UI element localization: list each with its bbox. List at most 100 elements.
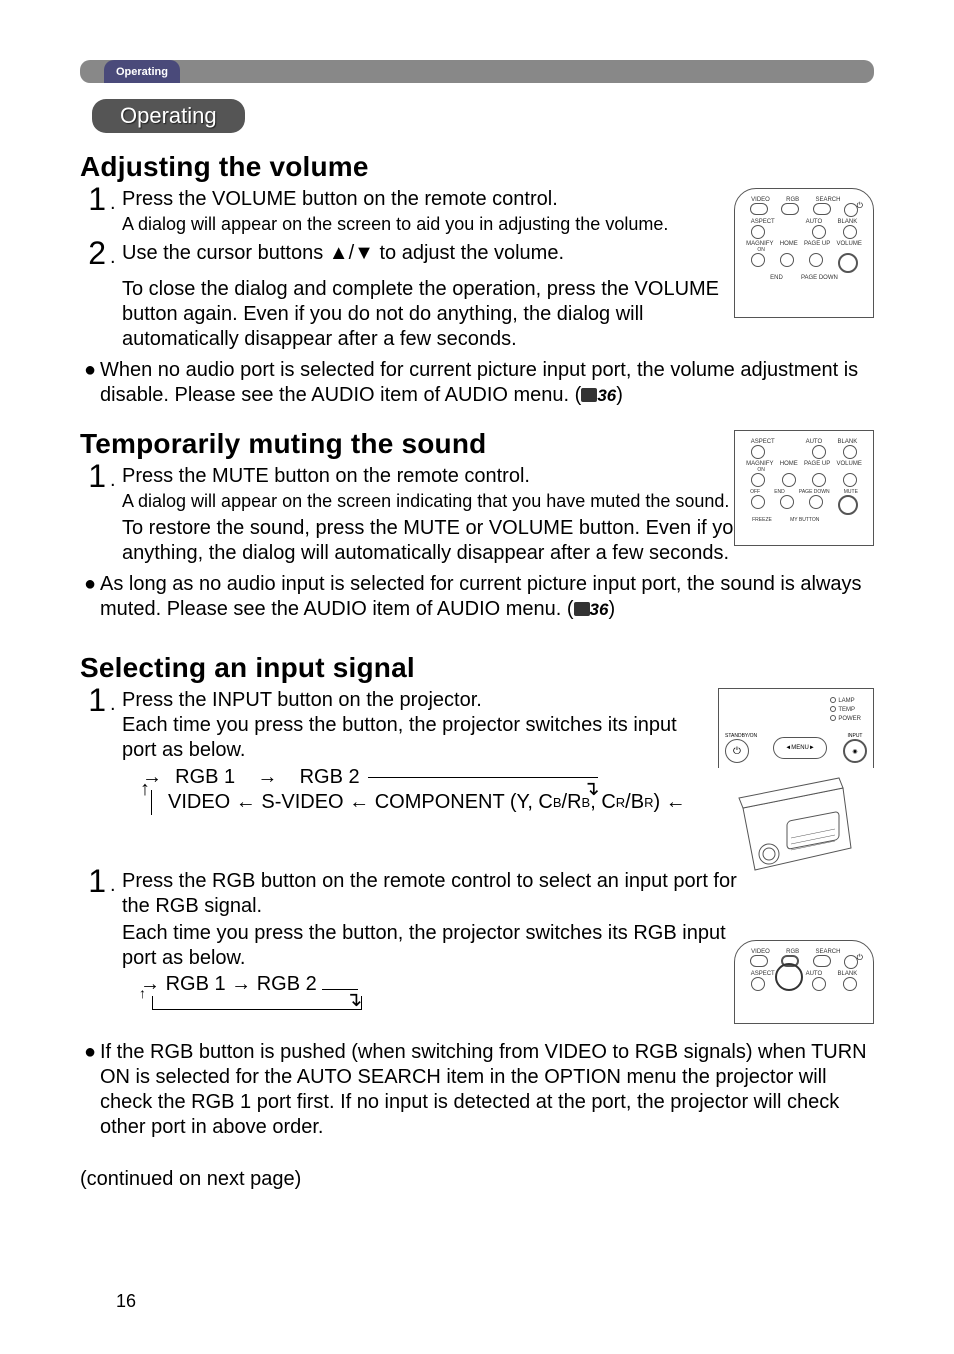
flow-row2: VIDEO ← S-VIDEO ← COMPONENT (Y, C (168, 790, 553, 815)
lbl: HOME (780, 461, 798, 467)
step-body-text: Each time you press the button, the proj… (122, 714, 677, 761)
bullet-icon: ● (80, 1040, 100, 1140)
bullet-text: As long as no audio input is selected fo… (100, 573, 862, 620)
input-bullet: ● If the RGB button is pushed (when swit… (80, 1040, 874, 1140)
manual-ref-num: 36 (590, 600, 609, 619)
step-number: 1 (80, 867, 110, 895)
rgb-highlight-circle (775, 963, 803, 991)
sub: B (553, 790, 562, 815)
step-sub-text: A dialog will appear on the screen to ai… (122, 214, 668, 234)
remote-button (780, 253, 794, 267)
step-dot: . (110, 867, 122, 903)
lbl: ASPECT (751, 439, 775, 445)
lbl: BLANK (838, 439, 858, 445)
remote-button (812, 473, 826, 487)
mute-button-highlight (838, 495, 858, 515)
remote-illustration-mute: ASPECTAUTOBLANK MAGNIFYHOMEPAGE UPVOLUME… (734, 430, 874, 546)
remote-button (782, 473, 796, 487)
page-number: 16 (116, 1291, 136, 1312)
step-dot: . (110, 239, 122, 275)
flow-rgb1: RGB 1 (175, 765, 235, 790)
remote-button (813, 955, 831, 967)
lbl: ASPECT (751, 219, 775, 225)
remote-button (813, 203, 831, 215)
remote-button (812, 225, 826, 239)
manual-ref-icon (574, 602, 590, 616)
step-main-text: Press the MUTE button on the remote cont… (122, 465, 530, 487)
step-dot: . (110, 462, 122, 498)
section-badge: Operating (92, 99, 245, 133)
remote-button (751, 253, 765, 267)
lbl: BLANK (838, 971, 858, 977)
remote-button (751, 445, 765, 459)
manual-ref-icon (581, 388, 597, 402)
step-main-text: Press the VOLUME button on the remote co… (122, 188, 558, 210)
header-tab: Operating (104, 60, 180, 83)
remote-button (843, 225, 857, 239)
continued-next-page: (continued on next page) (80, 1168, 874, 1191)
bullet-text: When no audio port is selected for curre… (100, 359, 858, 406)
step-dot: . (110, 185, 122, 221)
lbl: VOLUME (837, 241, 862, 247)
step-main-text: Use the cursor buttons ▲/▼ to adjust the… (122, 242, 564, 264)
lbl: FREEZE (752, 517, 772, 523)
step-number: 1 (80, 686, 110, 714)
remote-button (750, 955, 768, 967)
step-sub-text: A dialog will appear on the screen indic… (122, 491, 729, 511)
remote-button (780, 495, 794, 509)
page-header-bar: Operating (80, 60, 874, 83)
remote-button (781, 203, 799, 215)
step-main-text: Press the RGB button on the remote contr… (122, 870, 737, 917)
projector-illustration: LAMP TEMP POWER STANDBY/ON ⏻ ◄ MENU ► IN… (718, 688, 874, 878)
lbl: PAGE UP (804, 461, 830, 467)
remote-button (843, 445, 857, 459)
remote-illustration-rgb: ⏻ VIDEORGBSEARCH ASPECTAUTOBLANK (734, 940, 874, 1024)
lbl: ASPECT (751, 971, 775, 977)
lbl: END (770, 275, 783, 281)
remote-button (751, 977, 765, 991)
mute-bullet: ● As long as no audio input is selected … (80, 572, 874, 622)
lbl: BLANK (838, 219, 858, 225)
remote-button (812, 977, 826, 991)
power-icon: ⏻ (857, 947, 863, 965)
bullet-icon: ● (80, 358, 100, 408)
t: /B (625, 790, 644, 815)
volume-step2-body: To close the dialog and complete the ope… (122, 277, 732, 352)
remote-button (812, 445, 826, 459)
volume-bullet: ● When no audio port is selected for cur… (80, 358, 874, 408)
remote-button (751, 225, 765, 239)
t: ) ← (653, 790, 685, 815)
lbl: VOLUME (837, 461, 862, 467)
volume-button-highlight (838, 253, 858, 273)
flow-rgb2: RGB 2 (300, 765, 360, 790)
lbl: END (774, 489, 785, 495)
sub: R (644, 790, 653, 815)
step-number: 1 (80, 462, 110, 490)
remote-button (809, 253, 823, 267)
heading-volume: Adjusting the volume (80, 151, 874, 183)
lbl: PAGE UP (804, 241, 830, 247)
step-dot: . (110, 686, 122, 722)
remote-illustration-volume: ⏻ VIDEORGBSEARCH ASPECTAUTOBLANK MAGNIFY… (734, 188, 874, 318)
step-number: 2 (80, 239, 110, 267)
rgb-loop-text: RGB 1 → RGB 2 (166, 973, 317, 995)
step-number: 1 (80, 185, 110, 213)
lbl: PAGE DOWN (801, 275, 838, 281)
remote-button (750, 203, 768, 215)
step-main-text: Press the INPUT button on the projector. (122, 689, 482, 711)
remote-button (751, 473, 765, 487)
sub: R (616, 790, 625, 815)
remote-button (751, 495, 765, 509)
manual-ref-num: 36 (597, 386, 616, 405)
power-icon: ⏻ (857, 195, 863, 213)
bullet-text: If the RGB button is pushed (when switch… (100, 1040, 874, 1140)
remote-button (843, 473, 857, 487)
input-step1b-body: Each time you press the button, the proj… (122, 921, 762, 971)
bullet-text-end: ) (608, 598, 615, 620)
bullet-icon: ● (80, 572, 100, 622)
lbl: MY BUTTON (790, 517, 819, 523)
heading-input: Selecting an input signal (80, 652, 874, 684)
bullet-text-end: ) (616, 384, 623, 406)
t: /R (562, 790, 582, 815)
remote-button (809, 495, 823, 509)
